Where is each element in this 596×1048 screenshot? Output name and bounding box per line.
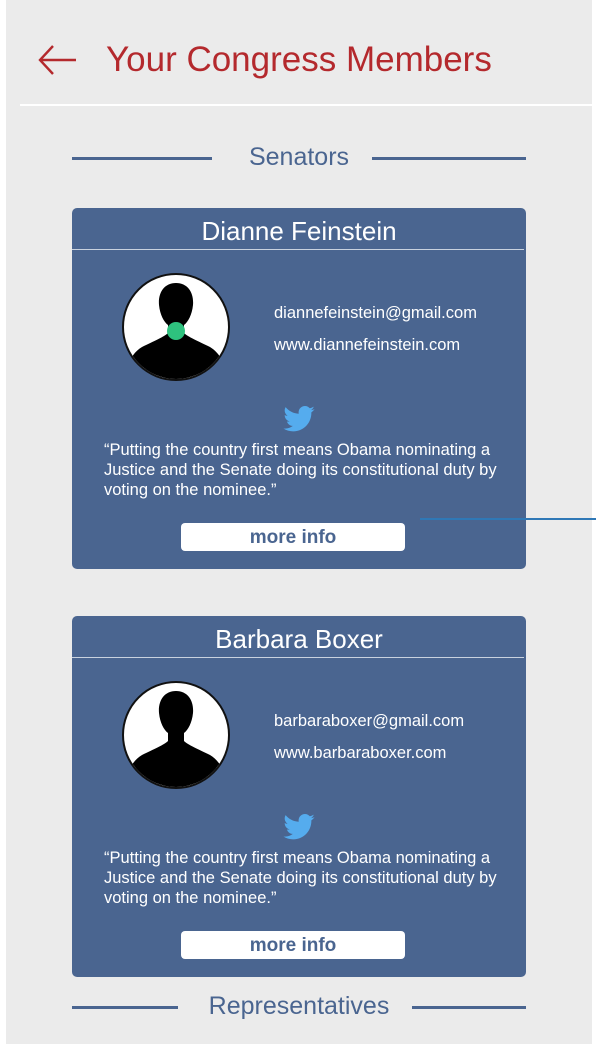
- email-link[interactable]: barbaraboxer@gmail.com: [274, 712, 464, 731]
- more-info-button[interactable]: more info: [181, 931, 405, 959]
- back-button[interactable]: [36, 40, 82, 80]
- twitter-icon[interactable]: [283, 814, 315, 840]
- section-heading-representatives: Representatives: [72, 992, 526, 1022]
- avatar: [122, 273, 230, 381]
- page-title: Your Congress Members: [106, 40, 492, 79]
- member-card-boxer: Barbara Boxer barbaraboxer@gmail.com www…: [72, 616, 526, 977]
- website-link[interactable]: www.diannefeinstein.com: [274, 336, 460, 355]
- person-silhouette-icon: [124, 283, 228, 379]
- avatar: [122, 681, 230, 789]
- status-dot: [167, 322, 185, 340]
- website-link[interactable]: www.barbaraboxer.com: [274, 744, 446, 763]
- card-divider: [72, 249, 524, 250]
- person-silhouette-icon: [124, 691, 228, 787]
- more-info-button[interactable]: more info: [181, 523, 405, 551]
- section-title-representatives: Representatives: [198, 992, 400, 1020]
- member-quote: “Putting the country first means Obama n…: [104, 849, 497, 907]
- section-heading-senators: Senators: [72, 143, 526, 173]
- member-name: Barbara Boxer: [215, 624, 383, 654]
- arrow-left-icon: [38, 45, 76, 75]
- twitter-icon[interactable]: [283, 406, 315, 432]
- email-link[interactable]: diannefeinstein@gmail.com: [274, 304, 477, 323]
- member-name: Dianne Feinstein: [201, 216, 397, 246]
- card-divider: [72, 657, 524, 658]
- header: Your Congress Members: [6, 0, 592, 106]
- connector-line: [420, 518, 596, 520]
- header-divider: [20, 104, 592, 106]
- screen: Your Congress Members Senators Dianne Fe…: [6, 0, 596, 1044]
- member-quote: “Putting the country first means Obama n…: [104, 441, 497, 499]
- member-card-feinstein: Dianne Feinstein diannefeinstein@gmail.c…: [72, 208, 526, 569]
- section-title-senators: Senators: [238, 143, 360, 171]
